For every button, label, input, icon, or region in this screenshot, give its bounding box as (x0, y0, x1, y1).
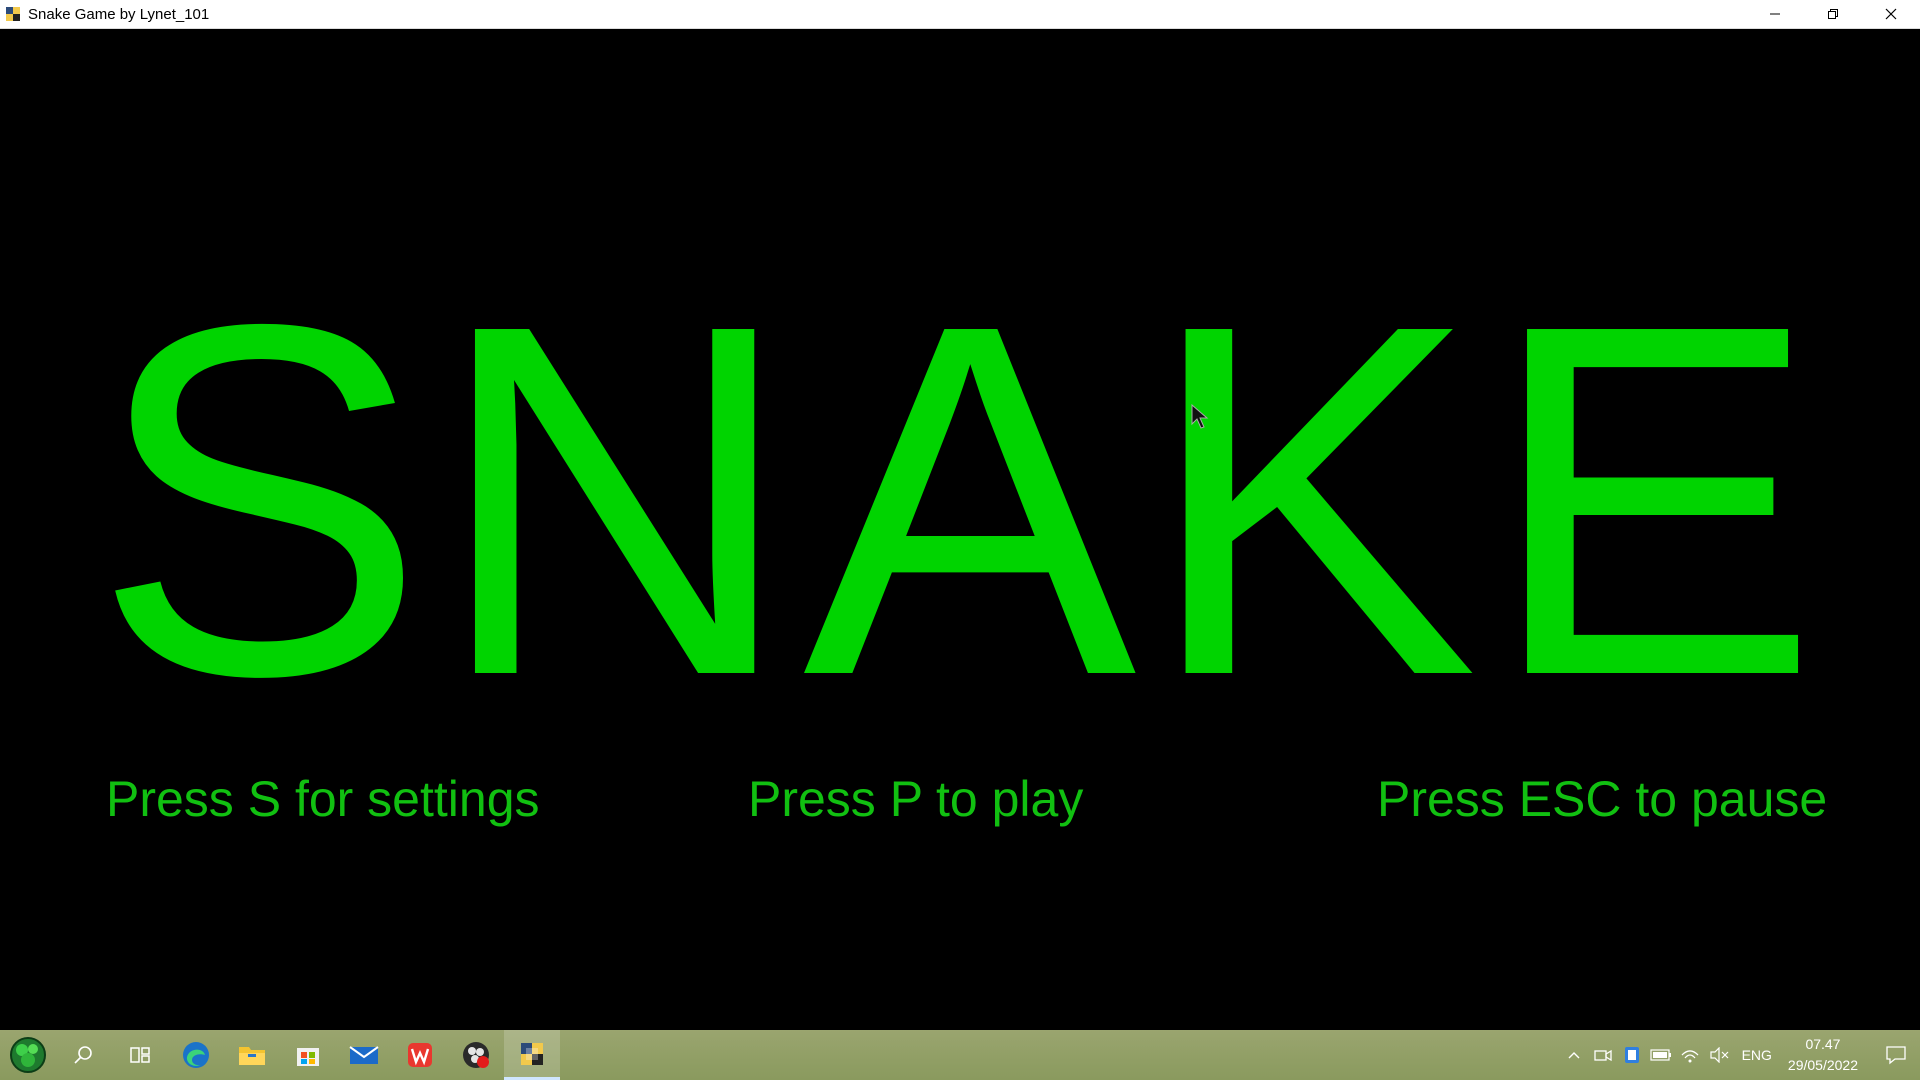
obs-button[interactable] (448, 1030, 504, 1080)
clock[interactable]: 07.47 29/05/2022 (1788, 1034, 1858, 1076)
mail-button[interactable] (336, 1030, 392, 1080)
volume-button[interactable] (1705, 1030, 1734, 1080)
play-hint: Press P to play (748, 771, 1084, 827)
start-button[interactable] (0, 1030, 56, 1080)
edge-button[interactable] (168, 1030, 224, 1080)
wps-office-button[interactable] (392, 1030, 448, 1080)
camera-icon (1594, 1049, 1612, 1062)
store-icon (297, 1048, 319, 1066)
file-explorer-button[interactable] (224, 1030, 280, 1080)
game-title: SNAKE (92, 220, 1828, 779)
search-icon (74, 1046, 92, 1064)
speaker-muted-icon (1710, 1047, 1729, 1063)
task-view-button[interactable] (112, 1030, 168, 1080)
search-button[interactable] (56, 1030, 112, 1080)
app-tray-button[interactable] (1618, 1030, 1647, 1080)
settings-hint: Press S for settings (106, 771, 540, 827)
notification-icon (1886, 1046, 1906, 1065)
task-view-icon (130, 1047, 150, 1063)
python-app-icon (521, 1042, 543, 1065)
obs-icon (463, 1042, 489, 1068)
window-titlebar[interactable]: Snake Game by Lynet_101 (0, 0, 1920, 29)
window-title: Snake Game by Lynet_101 (28, 5, 210, 23)
pause-hint: Press ESC to pause (1377, 771, 1828, 827)
app-icon (4, 5, 22, 23)
minimize-button[interactable] (1746, 0, 1804, 29)
mouse-cursor-icon (1191, 404, 1209, 429)
edge-icon (183, 1042, 209, 1068)
start-icon (10, 1037, 46, 1073)
wifi-icon (1681, 1050, 1699, 1063)
chevron-up-icon (1568, 1052, 1580, 1059)
close-button[interactable] (1862, 0, 1920, 29)
snake-game-taskbar-button[interactable] (504, 1030, 560, 1080)
input-language[interactable]: ENG (1742, 1047, 1772, 1063)
wps-office-icon (408, 1043, 432, 1067)
minimize-icon (1770, 13, 1780, 15)
clock-time: 07.47 (1805, 1036, 1841, 1052)
taskbar: ENG 07.47 29/05/2022 (0, 1030, 1920, 1080)
battery-icon (1650, 1049, 1672, 1061)
network-button[interactable] (1676, 1030, 1705, 1080)
show-hidden-icons-button[interactable] (1560, 1030, 1589, 1080)
restore-icon (1828, 9, 1838, 19)
document-app-icon (1625, 1047, 1640, 1063)
mail-icon (349, 1046, 379, 1064)
system-tray: ENG 07.47 29/05/2022 (1560, 1030, 1920, 1080)
store-button[interactable] (280, 1030, 336, 1080)
restore-button[interactable] (1804, 0, 1862, 29)
clock-date: 29/05/2022 (1787, 1057, 1858, 1073)
notification-center-button[interactable] (1872, 1030, 1920, 1080)
file-explorer-icon (239, 1047, 265, 1065)
meet-now-button[interactable] (1589, 1030, 1618, 1080)
battery-button[interactable] (1647, 1030, 1676, 1080)
close-icon (1885, 8, 1897, 20)
